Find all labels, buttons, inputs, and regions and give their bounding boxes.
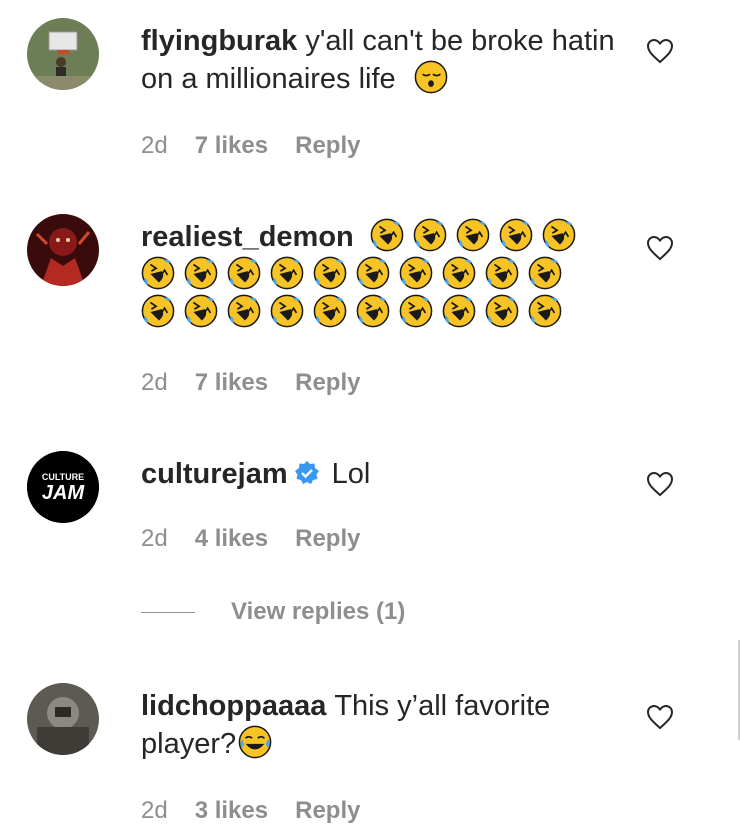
likes-count[interactable]: 3 likes (195, 796, 268, 826)
reply-button[interactable]: Reply (295, 796, 360, 826)
rolling-on-floor-laughing-icon (485, 256, 519, 290)
rolling-on-floor-laughing-icon (399, 256, 433, 290)
comment-meta: 2d 7 likes Reply (141, 131, 360, 161)
rolling-on-floor-laughing-icon (456, 218, 490, 252)
comment-body: realiest_demon (141, 218, 591, 332)
rolling-on-floor-laughing-icon (313, 256, 347, 290)
avatar[interactable] (27, 18, 99, 90)
avatar[interactable]: CULTURE JAM (27, 451, 99, 523)
reply-button[interactable]: Reply (295, 524, 360, 554)
heart-icon[interactable] (646, 38, 674, 64)
username[interactable]: culturejam (141, 458, 288, 490)
avatar[interactable] (27, 683, 99, 755)
rolling-on-floor-laughing-icon (485, 294, 519, 328)
verified-badge-icon (294, 461, 319, 484)
rolling-on-floor-laughing-icon (184, 294, 218, 328)
sleepy-face-icon (414, 60, 448, 94)
rolling-on-floor-laughing-icon (356, 256, 390, 290)
rolling-on-floor-laughing-icon (270, 294, 304, 328)
rolling-on-floor-laughing-icon (184, 256, 218, 290)
likes-count[interactable]: 7 likes (195, 131, 268, 161)
comment-body: lidchoppaaaa This y’all favorite player? (141, 687, 621, 763)
svg-text:JAM: JAM (42, 482, 86, 504)
rolling-on-floor-laughing-icon (542, 218, 576, 252)
heart-icon[interactable] (646, 471, 674, 497)
likes-count[interactable]: 4 likes (195, 524, 268, 554)
rolling-on-floor-laughing-icon (227, 256, 261, 290)
rolling-on-floor-laughing-icon (141, 256, 175, 290)
username[interactable]: realiest_demon (141, 221, 354, 253)
rolling-on-floor-laughing-icon (499, 218, 533, 252)
comment-meta: 2d 4 likes Reply (141, 524, 360, 554)
heart-icon[interactable] (646, 704, 674, 730)
likes-count[interactable]: 7 likes (195, 368, 268, 398)
rolling-on-floor-laughing-icon (528, 256, 562, 290)
comment-body: flyingburak y'all can't be broke hatin on… (141, 22, 621, 98)
comment-text: Lol (331, 458, 371, 490)
rolling-on-floor-laughing-icon (442, 256, 476, 290)
rolling-on-floor-laughing-icon (399, 294, 433, 328)
comment-meta: 2d 3 likes Reply (141, 796, 360, 826)
view-replies-label[interactable]: View replies (1) (231, 598, 405, 626)
avatar[interactable] (27, 214, 99, 286)
comment-meta: 2d 7 likes Reply (141, 368, 360, 398)
avatar-logo-text: CULTURE (42, 472, 84, 482)
rolling-on-floor-laughing-icon (528, 294, 562, 328)
timestamp: 2d (141, 369, 168, 396)
username[interactable]: lidchoppaaaa (141, 690, 326, 722)
timestamp: 2d (141, 132, 168, 159)
reply-button[interactable]: Reply (295, 368, 360, 398)
tears-of-joy-icon (238, 725, 272, 759)
timestamp: 2d (141, 797, 168, 824)
rolling-on-floor-laughing-icon (141, 294, 175, 328)
rolling-on-floor-laughing-icon (270, 256, 304, 290)
rolling-on-floor-laughing-icon (370, 218, 404, 252)
view-replies-button[interactable]: View replies (1) (141, 598, 405, 626)
rolling-on-floor-laughing-icon (313, 294, 347, 328)
rolling-on-floor-laughing-icon (413, 218, 447, 252)
comment-body: culturejam Lol (141, 455, 621, 493)
username[interactable]: flyingburak (141, 25, 297, 57)
rolling-on-floor-laughing-icon (227, 294, 261, 328)
rolling-on-floor-laughing-icon (356, 294, 390, 328)
reply-button[interactable]: Reply (295, 131, 360, 161)
timestamp: 2d (141, 525, 168, 552)
heart-icon[interactable] (646, 235, 674, 261)
divider (141, 611, 195, 613)
rolling-on-floor-laughing-icon (442, 294, 476, 328)
